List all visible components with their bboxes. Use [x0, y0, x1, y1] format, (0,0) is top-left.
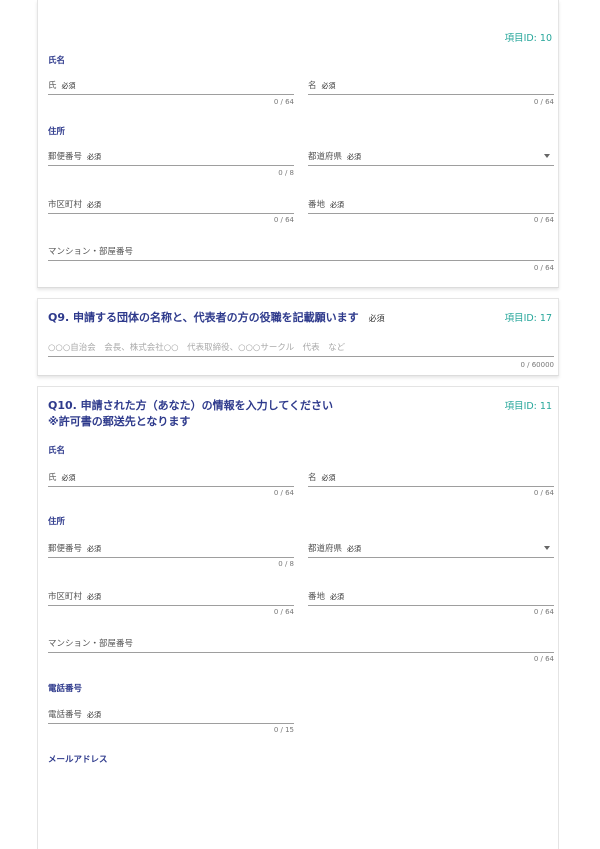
- question-card-q10: Q10. 申請された方（あなた）の情報を入力してください ※許可書の郵送先となり…: [37, 386, 559, 849]
- question-card-prev: 項目ID: 10 氏名 氏必須 0 / 64 名必須 0 / 64 住所 郵便番…: [37, 0, 559, 288]
- question-card-q9: Q9. 申請する団体の名称と、代表者の方の役職を記載願います 必須 項目ID: 1…: [37, 298, 559, 376]
- block-input[interactable]: 番地 必須: [308, 196, 554, 214]
- required-mark: 必須: [61, 474, 76, 482]
- building-input[interactable]: マンション・部屋番号: [48, 635, 554, 653]
- required-mark: 必須: [347, 153, 362, 161]
- building-label: マンション・部屋番号: [48, 639, 134, 649]
- question-title: Q10. 申請された方（あなた）の情報を入力してください ※許可書の郵送先となり…: [48, 399, 334, 428]
- first-name-label: 名: [308, 81, 317, 91]
- item-id: 項目ID: 11: [504, 401, 552, 412]
- phone-label: 電話番号: [48, 710, 83, 720]
- section-label-email: メールアドレス: [48, 755, 108, 765]
- char-counter: 0 / 64: [533, 216, 554, 224]
- organization-placeholder: ○○○自治会 会長、株式会社○○ 代表取締役、○○○サークル 代表 など: [48, 343, 346, 353]
- char-counter: 0 / 64: [533, 264, 554, 272]
- first-name-input[interactable]: 名必須: [308, 469, 554, 487]
- prefecture-select[interactable]: 都道府県 必須: [308, 540, 554, 558]
- city-input[interactable]: 市区町村 必須: [48, 196, 294, 214]
- char-counter: 0 / 64: [273, 489, 294, 497]
- first-name-input[interactable]: 名必須: [308, 77, 554, 95]
- required-mark: 必須: [87, 593, 102, 601]
- required-mark: 必須: [330, 593, 345, 601]
- first-name-label: 名: [308, 473, 317, 483]
- block-label: 番地: [308, 592, 326, 602]
- prefecture-label: 都道府県: [308, 544, 343, 554]
- dropdown-arrow-icon: [544, 546, 550, 550]
- section-label-address: 住所: [48, 127, 66, 137]
- phone-input[interactable]: 電話番号 必須: [48, 706, 294, 724]
- organization-input[interactable]: ○○○自治会 会長、株式会社○○ 代表取締役、○○○サークル 代表 など: [48, 339, 554, 357]
- building-label: マンション・部屋番号: [48, 247, 134, 257]
- char-counter: 0 / 64: [533, 655, 554, 663]
- section-label-name: 氏名: [48, 56, 66, 66]
- char-counter: 0 / 64: [533, 489, 554, 497]
- item-id: 項目ID: 17: [504, 313, 552, 324]
- building-input[interactable]: マンション・部屋番号: [48, 243, 554, 261]
- required-mark: 必須: [321, 474, 336, 482]
- required-mark: 必須: [330, 201, 345, 209]
- last-name-input[interactable]: 氏必須: [48, 77, 294, 95]
- section-label-address: 住所: [48, 517, 66, 527]
- char-counter: 0 / 64: [273, 608, 294, 616]
- required-mark: 必須: [61, 82, 76, 90]
- required-mark: 必須: [87, 201, 102, 209]
- item-id: 項目ID: 10: [504, 33, 552, 44]
- char-counter: 0 / 64: [273, 98, 294, 106]
- required-mark: 必須: [368, 314, 385, 323]
- city-input[interactable]: 市区町村 必須: [48, 588, 294, 606]
- last-name-label: 氏: [48, 81, 57, 91]
- postal-code-label: 郵便番号: [48, 544, 83, 554]
- required-mark: 必須: [347, 545, 362, 553]
- block-label: 番地: [308, 200, 326, 210]
- block-input[interactable]: 番地 必須: [308, 588, 554, 606]
- char-counter: 0 / 15: [273, 726, 294, 734]
- char-counter: 0 / 8: [278, 560, 294, 568]
- char-counter: 0 / 64: [533, 608, 554, 616]
- prefecture-select[interactable]: 都道府県 必須: [308, 148, 554, 166]
- postal-code-label: 郵便番号: [48, 152, 83, 162]
- char-counter: 0 / 64: [533, 98, 554, 106]
- postal-code-input[interactable]: 郵便番号 必須: [48, 148, 294, 166]
- last-name-input[interactable]: 氏必須: [48, 469, 294, 487]
- city-label: 市区町村: [48, 200, 83, 210]
- postal-code-input[interactable]: 郵便番号 必須: [48, 540, 294, 558]
- char-counter: 0 / 60000: [520, 361, 554, 369]
- section-label-name: 氏名: [48, 446, 66, 456]
- required-mark: 必須: [87, 153, 102, 161]
- required-mark: 必須: [321, 82, 336, 90]
- last-name-label: 氏: [48, 473, 57, 483]
- required-mark: 必須: [87, 711, 102, 719]
- question-title: Q9. 申請する団体の名称と、代表者の方の役職を記載願います 必須: [48, 311, 385, 324]
- dropdown-arrow-icon: [544, 154, 550, 158]
- char-counter: 0 / 8: [278, 169, 294, 177]
- city-label: 市区町村: [48, 592, 83, 602]
- section-label-phone: 電話番号: [48, 684, 83, 694]
- char-counter: 0 / 64: [273, 216, 294, 224]
- prefecture-label: 都道府県: [308, 152, 343, 162]
- required-mark: 必須: [87, 545, 102, 553]
